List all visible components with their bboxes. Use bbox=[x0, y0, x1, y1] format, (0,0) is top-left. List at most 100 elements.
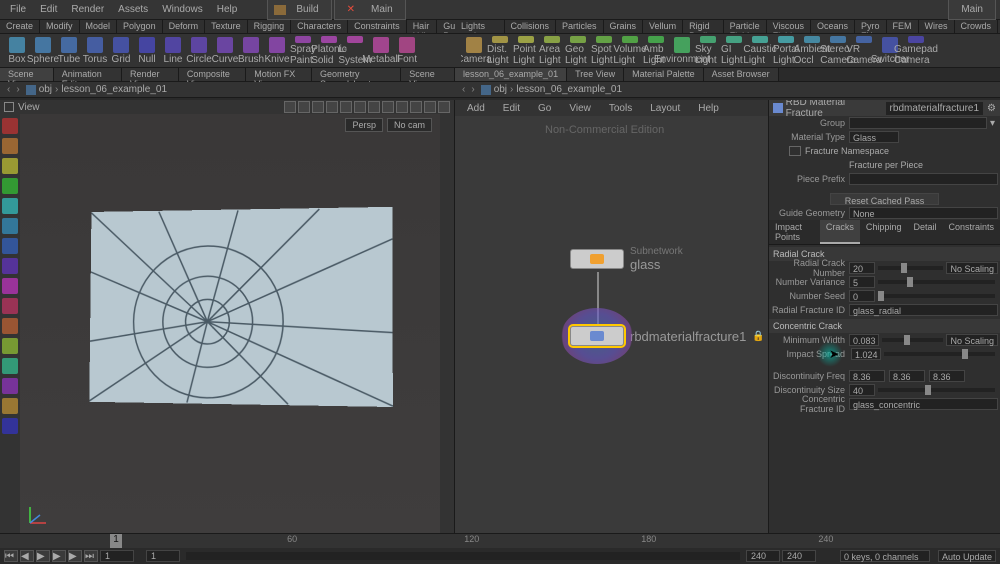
viewport-tool[interactable] bbox=[2, 358, 18, 374]
view-option-icon[interactable] bbox=[368, 101, 380, 113]
fwd-icon[interactable]: › bbox=[13, 84, 22, 95]
viewport-tool[interactable] bbox=[2, 398, 18, 414]
view-option-icon[interactable] bbox=[438, 101, 450, 113]
minw-slider[interactable] bbox=[882, 338, 943, 342]
shelf-tab[interactable]: Viscous Fluids bbox=[767, 20, 811, 33]
play-back-button[interactable]: ▶ bbox=[36, 550, 50, 562]
rcn-field[interactable]: 20 bbox=[849, 262, 875, 274]
menu-assets[interactable]: Assets bbox=[112, 2, 154, 17]
shelf-tool-circle[interactable]: Circle bbox=[186, 36, 212, 66]
viewport-tool[interactable] bbox=[2, 118, 18, 134]
obj-icon[interactable] bbox=[26, 85, 36, 95]
menu-windows[interactable]: Windows bbox=[156, 2, 209, 17]
shelf-tab[interactable]: FEM bbox=[887, 20, 919, 33]
shelf-tab[interactable]: Oceans bbox=[811, 20, 855, 33]
view-option-icon[interactable] bbox=[284, 101, 296, 113]
shelf-tool-curve[interactable]: Curve bbox=[212, 36, 238, 66]
pane-tab[interactable]: Render View bbox=[122, 68, 179, 81]
shelf-tool-point-light[interactable]: Point Light bbox=[513, 36, 539, 66]
pp-nodename-field[interactable]: rbdmaterialfracture1 bbox=[886, 102, 983, 115]
view-option-icon[interactable] bbox=[354, 101, 366, 113]
menu-edit[interactable]: Edit bbox=[34, 2, 63, 17]
desktop-build-button[interactable]: Build bbox=[267, 0, 331, 20]
pane-tab[interactable]: Motion FX View bbox=[246, 68, 312, 81]
pane-tab[interactable]: Scene View bbox=[0, 68, 54, 81]
viewport-tool[interactable] bbox=[2, 138, 18, 154]
shelf-tool-tube[interactable]: Tube bbox=[56, 36, 82, 66]
shelf-tool-dist.-light[interactable]: Dist. Light bbox=[487, 36, 513, 66]
shelf-tool-volume-light[interactable]: Volume Light bbox=[617, 36, 643, 66]
shelf-tool-torus[interactable]: Torus bbox=[82, 36, 108, 66]
minw-field[interactable]: 0.083 bbox=[849, 334, 879, 346]
view-option-icon[interactable] bbox=[424, 101, 436, 113]
viewport-tool[interactable] bbox=[2, 378, 18, 394]
guide-dropdown[interactable]: None bbox=[849, 207, 998, 219]
df-field-x[interactable]: 8.36 bbox=[849, 370, 885, 382]
current-frame-field[interactable]: 1 bbox=[100, 550, 134, 562]
df-field-y[interactable]: 8.36 bbox=[889, 370, 925, 382]
group-field[interactable] bbox=[849, 117, 987, 129]
shelf-tab[interactable]: Deform bbox=[163, 20, 206, 33]
param-tab-detail[interactable]: Detail bbox=[907, 220, 942, 244]
shelf-tab[interactable]: Vellum bbox=[643, 20, 683, 33]
shelf-tab[interactable]: Rigid Bodies bbox=[683, 20, 724, 33]
path-bar-right[interactable]: ‹ › obj › lesson_06_example_01 bbox=[455, 82, 1000, 98]
shelf-tool-null[interactable]: Null bbox=[134, 36, 160, 66]
shelf-tab[interactable]: Particle Fluids bbox=[724, 20, 767, 33]
path-node[interactable]: lesson_06_example_01 bbox=[61, 84, 167, 95]
ne-edit[interactable]: Edit bbox=[495, 101, 528, 116]
timeline-ruler[interactable]: 1 60120180240 bbox=[0, 534, 1000, 548]
shelf-tab[interactable]: Texture bbox=[205, 20, 248, 33]
path-obj[interactable]: obj bbox=[39, 84, 52, 95]
shelf-tab[interactable]: Rigging bbox=[248, 20, 292, 33]
node-rbdmaterialfracture[interactable]: rbdmaterialfracture1 🔒 bbox=[570, 326, 762, 346]
cam-dropdown[interactable]: No cam bbox=[387, 118, 432, 132]
viewport-tool[interactable] bbox=[2, 418, 18, 434]
param-tab-chipping[interactable]: Chipping bbox=[860, 220, 908, 244]
shelf-tab[interactable]: Collisions bbox=[505, 20, 557, 33]
pane-tab[interactable]: Asset Browser bbox=[704, 68, 779, 81]
prev-frame-button[interactable]: ◀ bbox=[20, 550, 34, 562]
pane-tab[interactable]: Scene View bbox=[401, 68, 455, 81]
shelf-tab[interactable]: Particles bbox=[556, 20, 604, 33]
obj-icon[interactable] bbox=[481, 85, 491, 95]
viewport-tool[interactable] bbox=[2, 318, 18, 334]
viewport-tool[interactable] bbox=[2, 298, 18, 314]
ne-add[interactable]: Add bbox=[459, 101, 493, 116]
shelf-tab[interactable]: Characters bbox=[291, 20, 348, 33]
shelf-tool-area-light[interactable]: Area Light bbox=[539, 36, 565, 66]
pane-tab[interactable]: Geometry Spreadsheet bbox=[312, 68, 401, 81]
shelf-tool-gamepad-camera[interactable]: Gamepad Camera bbox=[903, 36, 929, 66]
param-tab-cracks[interactable]: Cracks bbox=[820, 220, 860, 244]
viewport-tool[interactable] bbox=[2, 278, 18, 294]
imps-field[interactable]: 1.024 bbox=[851, 348, 881, 360]
fpp-label[interactable]: Fracture per Piece bbox=[849, 160, 923, 170]
rcn-slider[interactable] bbox=[878, 266, 943, 270]
ne-go[interactable]: Go bbox=[530, 101, 559, 116]
viewport-tool[interactable] bbox=[2, 198, 18, 214]
shelf-tool-font[interactable]: Font bbox=[394, 36, 420, 66]
shelf-tool-camera[interactable]: Camera bbox=[461, 36, 487, 66]
view-option-icon[interactable] bbox=[410, 101, 422, 113]
chevron-down-icon[interactable]: ▾ bbox=[987, 118, 998, 129]
viewport-tool[interactable] bbox=[2, 158, 18, 174]
shelf-tab[interactable]: Grains bbox=[604, 20, 644, 33]
param-tab-impact-points[interactable]: Impact Points bbox=[769, 220, 820, 244]
nseed-field[interactable]: 0 bbox=[849, 290, 875, 302]
back-icon[interactable]: ‹ bbox=[4, 84, 13, 95]
node-glass[interactable]: Subnetwork glass bbox=[570, 246, 683, 272]
last-frame-button[interactable]: ⏭ bbox=[84, 550, 98, 562]
desktop-main-button[interactable]: ✕Main bbox=[334, 0, 406, 20]
viewport-tool[interactable] bbox=[2, 238, 18, 254]
shelf-tool-knive[interactable]: Knive bbox=[264, 36, 290, 66]
pane-tab[interactable]: lesson_06_example_01 bbox=[455, 68, 567, 81]
nv-slider[interactable] bbox=[878, 280, 995, 284]
nseed-slider[interactable] bbox=[878, 294, 995, 298]
ne-view[interactable]: View bbox=[561, 101, 599, 116]
persp-dropdown[interactable]: Persp bbox=[345, 118, 383, 132]
shelf-tab[interactable]: Crowds bbox=[955, 20, 999, 33]
shelf-tab[interactable]: Wires bbox=[919, 20, 955, 33]
next-frame-button[interactable]: ▶ bbox=[68, 550, 82, 562]
viewport-tool[interactable] bbox=[2, 178, 18, 194]
gear-icon[interactable]: ⚙ bbox=[987, 103, 996, 114]
